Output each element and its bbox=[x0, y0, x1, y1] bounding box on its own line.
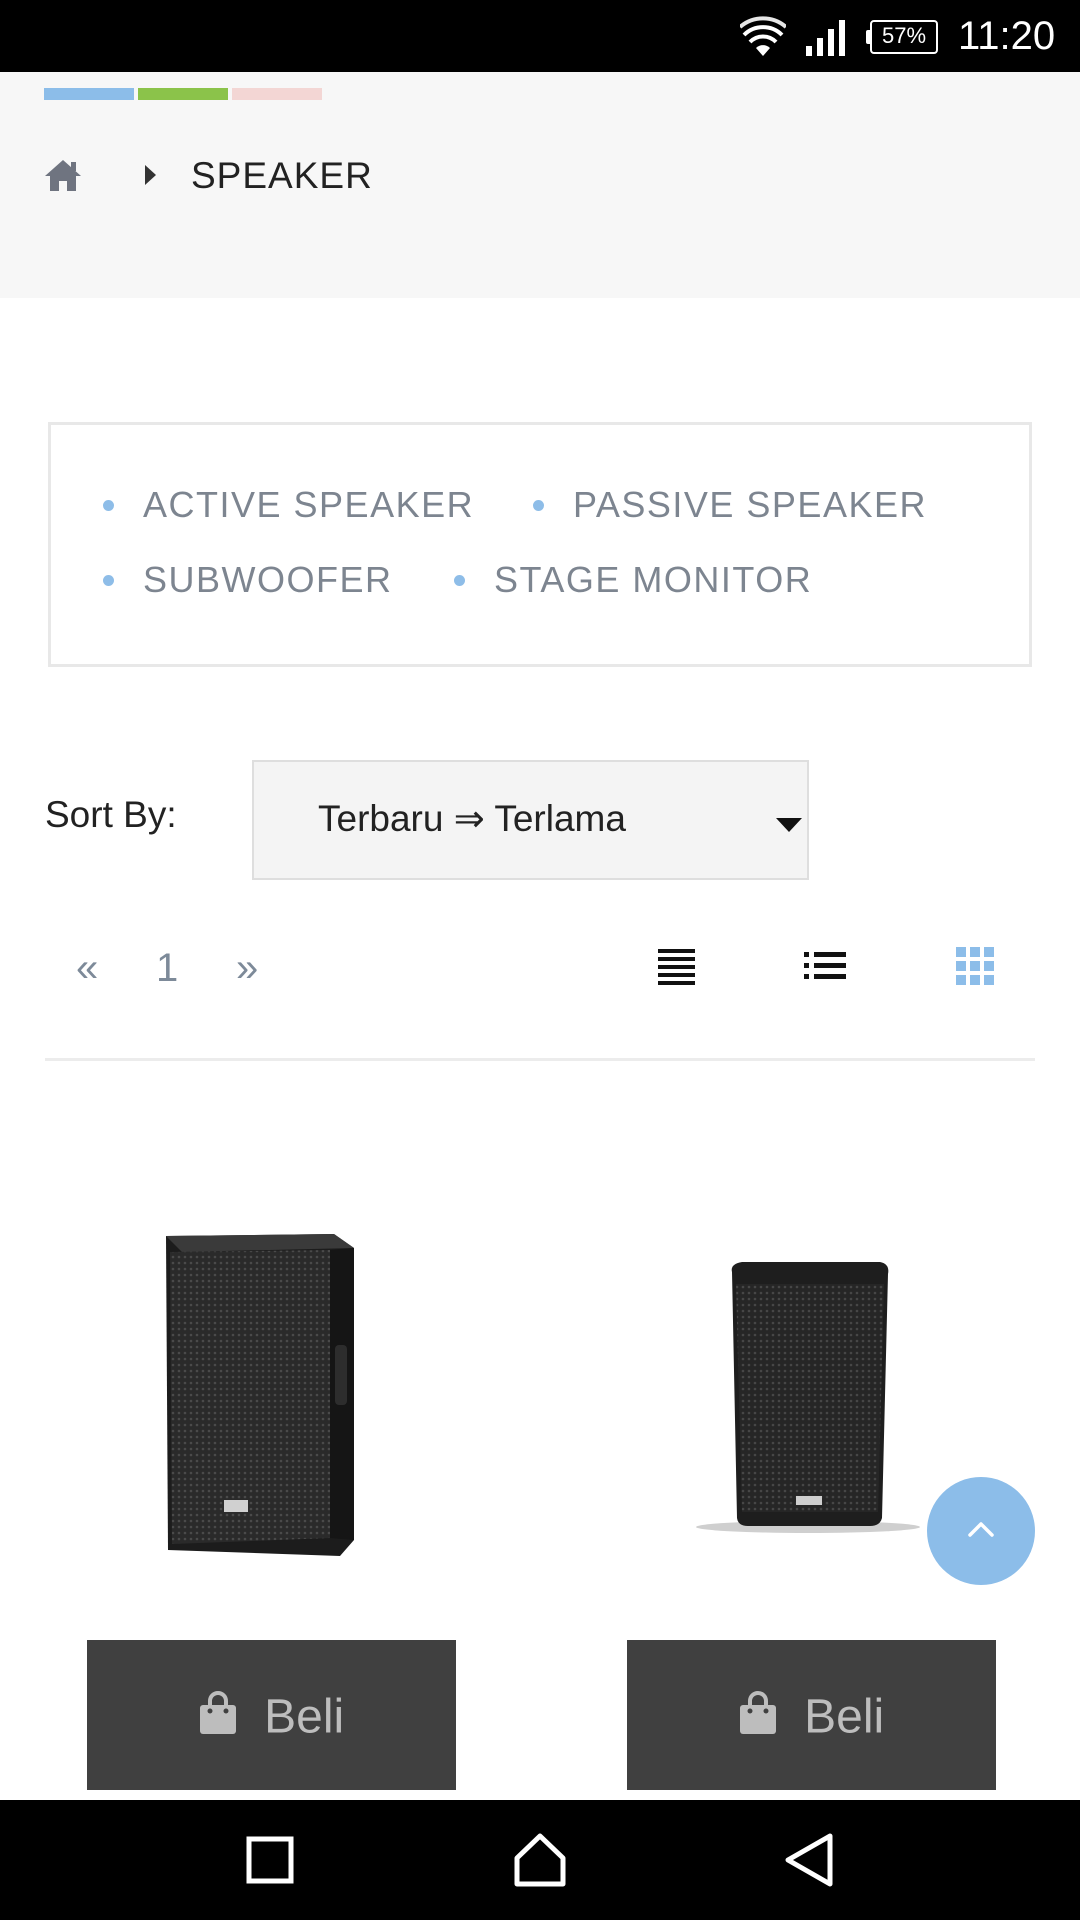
category-stage-monitor[interactable]: STAGE MONITOR bbox=[454, 558, 812, 602]
list-icon[interactable] bbox=[804, 946, 846, 986]
divider bbox=[45, 1058, 1035, 1061]
signal-icon bbox=[806, 20, 845, 56]
grid-icon[interactable] bbox=[956, 946, 998, 986]
buy-button[interactable]: Beli bbox=[87, 1640, 456, 1790]
sort-selected-value: Terbaru ⇒ Terlama bbox=[318, 798, 626, 839]
home-icon[interactable] bbox=[44, 158, 82, 192]
pagination: « 1 » bbox=[70, 940, 320, 1000]
speaker-image[interactable] bbox=[80, 1200, 460, 1580]
system-nav-bar bbox=[0, 1800, 1080, 1920]
shopping-bag-icon bbox=[739, 1691, 776, 1735]
status-bar: 57% 11:20 bbox=[0, 0, 1080, 72]
color-strip-blue bbox=[44, 88, 134, 100]
category-list: ACTIVE SPEAKER PASSIVE SPEAKER SUBWOOFER… bbox=[48, 422, 1032, 667]
chevron-up-icon bbox=[968, 1522, 994, 1537]
clock: 11:20 bbox=[958, 14, 1056, 58]
category-passive-speaker[interactable]: PASSIVE SPEAKER bbox=[533, 483, 927, 527]
home-nav-icon[interactable] bbox=[510, 1830, 570, 1890]
category-subwoofer[interactable]: SUBWOOFER bbox=[103, 558, 393, 602]
bullet bbox=[533, 500, 544, 511]
product-card: Beli bbox=[80, 1200, 460, 1790]
wifi-icon bbox=[740, 16, 786, 56]
battery-level: 57% bbox=[881, 23, 927, 48]
battery-icon: 57% bbox=[866, 20, 938, 54]
bullet bbox=[103, 500, 114, 511]
category-active-speaker[interactable]: ACTIVE SPEAKER bbox=[103, 483, 474, 527]
scroll-to-top-button[interactable] bbox=[927, 1477, 1035, 1585]
page-header: SPEAKER bbox=[0, 72, 1080, 298]
page-number[interactable]: 1 bbox=[156, 940, 178, 996]
color-strip bbox=[44, 88, 322, 100]
color-strip-pink bbox=[232, 88, 322, 100]
next-page-button[interactable]: » bbox=[236, 940, 258, 996]
back-icon[interactable] bbox=[780, 1830, 840, 1890]
sort-select[interactable]: Terbaru ⇒ Terlama bbox=[252, 760, 809, 880]
shopping-bag-icon bbox=[199, 1691, 236, 1735]
breadcrumb-current: SPEAKER bbox=[191, 155, 373, 196]
bullet bbox=[454, 575, 465, 586]
bullet bbox=[103, 575, 114, 586]
color-strip-green bbox=[138, 88, 228, 100]
caret-down-icon bbox=[776, 818, 802, 832]
list-detail-icon[interactable] bbox=[656, 946, 698, 986]
breadcrumb: SPEAKER bbox=[44, 148, 644, 208]
buy-button[interactable]: Beli bbox=[627, 1640, 996, 1790]
chevron-right-icon bbox=[145, 165, 156, 185]
prev-page-button[interactable]: « bbox=[76, 940, 98, 996]
recents-icon[interactable] bbox=[240, 1830, 300, 1890]
sort-label: Sort By: bbox=[45, 794, 177, 835]
